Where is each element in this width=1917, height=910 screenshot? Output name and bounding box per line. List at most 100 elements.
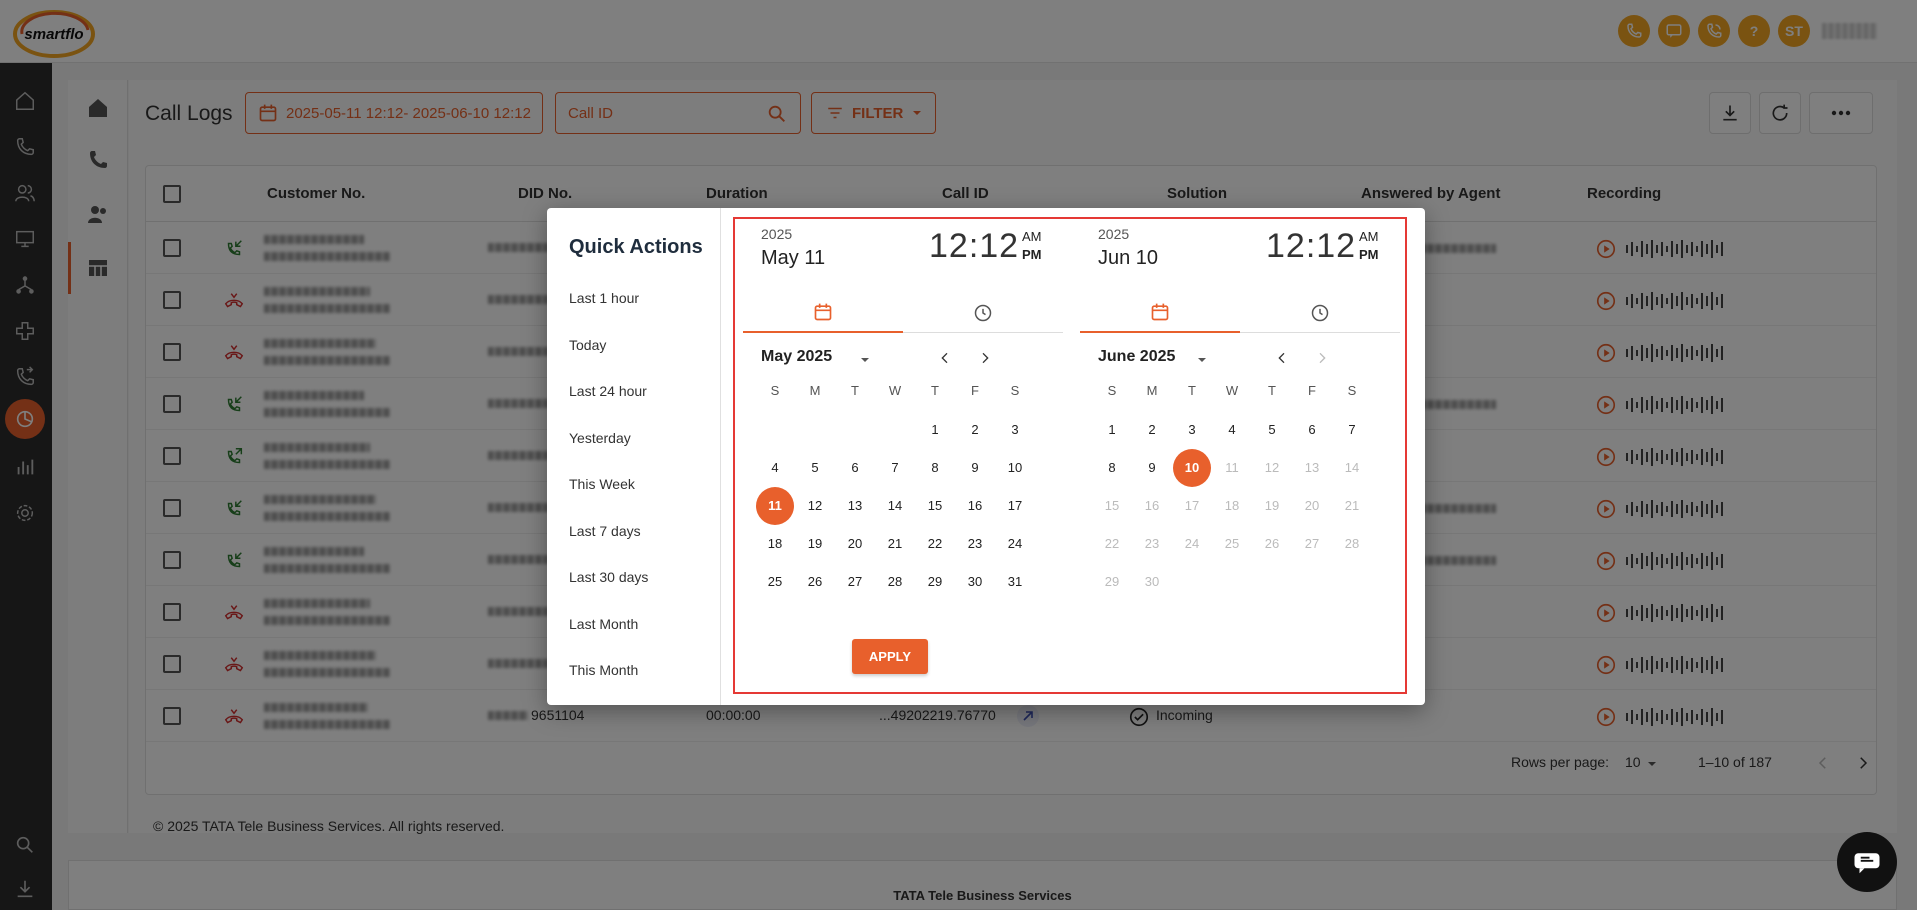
apply-button[interactable]: APPLY xyxy=(852,639,928,674)
end-day[interactable]: 10 xyxy=(1173,449,1211,487)
weekday-label: S xyxy=(1347,383,1357,398)
end-day: 27 xyxy=(1304,536,1320,551)
start-day[interactable]: 23 xyxy=(956,525,994,563)
start-time-tab[interactable] xyxy=(903,293,1063,333)
end-day: 23 xyxy=(1144,536,1160,551)
start-day[interactable]: 29 xyxy=(916,563,954,601)
end-day[interactable]: 9 xyxy=(1133,449,1171,487)
start-day[interactable]: 13 xyxy=(836,487,874,525)
end-day[interactable]: 5 xyxy=(1253,411,1291,449)
quick-action-item[interactable]: Last 7 days xyxy=(569,523,641,539)
date-range-dialog: Quick Actions Last 1 hour Today Last 24 ho… xyxy=(547,208,1425,705)
start-day[interactable]: 6 xyxy=(836,449,874,487)
start-day[interactable]: 21 xyxy=(876,525,914,563)
weekday-label: T xyxy=(1268,383,1276,398)
end-date-tab[interactable] xyxy=(1080,293,1240,333)
start-day[interactable]: 19 xyxy=(796,525,834,563)
end-day[interactable]: 6 xyxy=(1293,411,1331,449)
month-dropdown-icon[interactable] xyxy=(859,354,871,366)
end-day: 14 xyxy=(1344,460,1360,475)
chat-button[interactable] xyxy=(1837,832,1897,892)
start-day[interactable]: 27 xyxy=(836,563,874,601)
quick-action-item[interactable]: Today xyxy=(569,337,606,353)
end-next-month[interactable] xyxy=(1310,346,1334,370)
end-day: 24 xyxy=(1184,536,1200,551)
start-am[interactable]: AM xyxy=(1022,229,1042,244)
end-day[interactable]: 7 xyxy=(1333,411,1371,449)
start-day[interactable]: 10 xyxy=(996,449,1034,487)
end-prev-month[interactable] xyxy=(1270,346,1294,370)
start-date-tab[interactable] xyxy=(743,293,903,333)
end-day[interactable]: 1 xyxy=(1093,411,1131,449)
end-day: 16 xyxy=(1144,498,1160,513)
start-day[interactable]: 8 xyxy=(916,449,954,487)
quick-action-item[interactable]: Yesterday xyxy=(569,430,631,446)
end-time-tab[interactable] xyxy=(1240,293,1400,333)
start-day[interactable]: 12 xyxy=(796,487,834,525)
start-day[interactable]: 1 xyxy=(916,411,954,449)
end-day: 12 xyxy=(1264,460,1280,475)
end-day: 15 xyxy=(1104,498,1120,513)
start-day[interactable]: 9 xyxy=(956,449,994,487)
start-day[interactable]: 31 xyxy=(996,563,1034,601)
weekday-label: M xyxy=(1146,383,1158,398)
start-next-month[interactable] xyxy=(973,346,997,370)
end-month-label[interactable]: June 2025 xyxy=(1098,348,1175,366)
start-day[interactable]: 14 xyxy=(876,487,914,525)
start-day[interactable]: 16 xyxy=(956,487,994,525)
start-day[interactable]: 25 xyxy=(756,563,794,601)
start-date-panel: 2025 May 11 12:12 AM PM May 2025 SMTWTFS… xyxy=(735,219,1065,619)
start-day[interactable]: 28 xyxy=(876,563,914,601)
quick-action-item[interactable]: Last Month xyxy=(569,616,638,632)
end-am[interactable]: AM xyxy=(1359,229,1379,244)
start-day[interactable]: 7 xyxy=(876,449,914,487)
end-year: 2025 xyxy=(1098,226,1130,242)
weekday-label: T xyxy=(931,383,939,398)
start-day[interactable]: 3 xyxy=(996,411,1034,449)
end-day[interactable]: 2 xyxy=(1133,411,1171,449)
start-month-label[interactable]: May 2025 xyxy=(761,348,832,366)
start-pm[interactable]: PM xyxy=(1022,247,1042,262)
end-pm[interactable]: PM xyxy=(1359,247,1379,262)
start-prev-month[interactable] xyxy=(933,346,957,370)
quick-action-item[interactable]: This Month xyxy=(569,662,638,678)
start-day[interactable]: 22 xyxy=(916,525,954,563)
start-date: May 11 xyxy=(761,247,826,269)
quick-action-item[interactable]: This Week xyxy=(569,476,635,492)
quick-action-item[interactable]: Last 24 hour xyxy=(569,383,647,399)
quick-action-item[interactable]: Last 1 hour xyxy=(569,290,639,306)
start-day[interactable]: 5 xyxy=(796,449,834,487)
start-day[interactable]: 24 xyxy=(996,525,1034,563)
start-day[interactable]: 4 xyxy=(756,449,794,487)
start-day[interactable]: 2 xyxy=(956,411,994,449)
end-day[interactable]: 8 xyxy=(1093,449,1131,487)
month-dropdown-icon[interactable] xyxy=(1196,354,1208,366)
end-day: 20 xyxy=(1304,498,1320,513)
start-year: 2025 xyxy=(761,226,793,242)
date-picker: 2025 May 11 12:12 AM PM May 2025 SMTWTFS… xyxy=(733,217,1407,694)
end-day[interactable]: 3 xyxy=(1173,411,1211,449)
quick-action-item[interactable]: Last 30 days xyxy=(569,569,648,585)
end-time[interactable]: 12:12 xyxy=(1266,227,1356,266)
start-tabs xyxy=(743,293,1063,333)
start-day[interactable]: 11 xyxy=(756,487,794,525)
weekday-label: W xyxy=(1225,383,1239,398)
start-day[interactable]: 20 xyxy=(836,525,874,563)
weekday-label: S xyxy=(1107,383,1117,398)
start-day[interactable]: 17 xyxy=(996,487,1034,525)
dialog-divider xyxy=(720,208,721,705)
start-time[interactable]: 12:12 xyxy=(929,227,1019,266)
start-day[interactable]: 26 xyxy=(796,563,834,601)
chevron-left-icon xyxy=(941,352,948,364)
end-day: 17 xyxy=(1184,498,1200,513)
weekday-label: S xyxy=(770,383,780,398)
end-day: 28 xyxy=(1344,536,1360,551)
end-day[interactable]: 4 xyxy=(1213,411,1251,449)
end-day: 21 xyxy=(1344,498,1360,513)
start-day[interactable]: 18 xyxy=(756,525,794,563)
clock-icon xyxy=(974,304,992,322)
start-day[interactable]: 30 xyxy=(956,563,994,601)
weekday-label: T xyxy=(1188,383,1196,398)
start-day[interactable]: 15 xyxy=(916,487,954,525)
chevron-right-icon xyxy=(982,352,989,364)
